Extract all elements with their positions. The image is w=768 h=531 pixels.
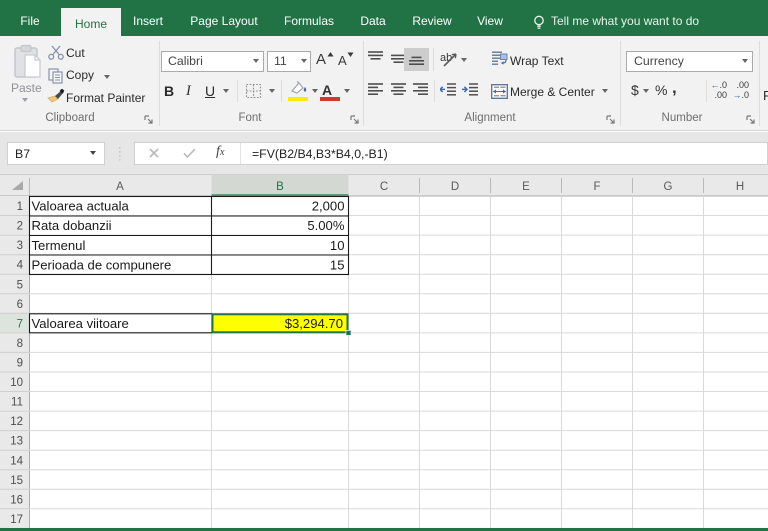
svg-text:9: 9 xyxy=(17,358,23,370)
svg-text:5.00%: 5.00% xyxy=(307,218,344,233)
svg-text:E: E xyxy=(522,181,530,193)
svg-text:$3,294.70: $3,294.70 xyxy=(285,316,343,331)
svg-text:D: D xyxy=(451,181,459,193)
svg-text:2,000: 2,000 xyxy=(312,199,345,214)
svg-text:1: 1 xyxy=(17,201,23,213)
svg-text:13: 13 xyxy=(10,436,23,448)
svg-text:6: 6 xyxy=(17,299,23,311)
svg-text:A: A xyxy=(116,181,124,193)
svg-text:8: 8 xyxy=(17,338,23,350)
svg-text:B: B xyxy=(276,181,284,193)
svg-text:12: 12 xyxy=(10,416,23,428)
svg-text:Rata dobanzii: Rata dobanzii xyxy=(32,218,112,233)
svg-text:H: H xyxy=(736,181,744,193)
svg-text:Valoarea viitoare: Valoarea viitoare xyxy=(32,316,129,331)
svg-text:15: 15 xyxy=(10,475,23,487)
svg-text:14: 14 xyxy=(10,455,23,467)
svg-text:ab: ab xyxy=(440,52,452,64)
svg-text:Perioada de compunere: Perioada de compunere xyxy=(32,257,172,272)
svg-text:3: 3 xyxy=(17,240,23,252)
svg-text:7: 7 xyxy=(17,318,23,330)
svg-text:15: 15 xyxy=(330,257,345,272)
svg-text:Valoarea actuala: Valoarea actuala xyxy=(32,199,130,214)
svg-text:5: 5 xyxy=(17,279,23,291)
svg-text:C: C xyxy=(380,181,388,193)
svg-text:F: F xyxy=(593,181,600,193)
svg-text:11: 11 xyxy=(11,397,23,409)
svg-text:17: 17 xyxy=(10,514,23,526)
svg-text:10: 10 xyxy=(330,238,345,253)
svg-text:2: 2 xyxy=(17,221,23,233)
svg-text:4: 4 xyxy=(17,260,24,272)
svg-text:G: G xyxy=(664,181,673,193)
svg-text:16: 16 xyxy=(10,494,23,506)
svg-text:10: 10 xyxy=(10,377,23,389)
svg-text:Termenul: Termenul xyxy=(32,238,86,253)
